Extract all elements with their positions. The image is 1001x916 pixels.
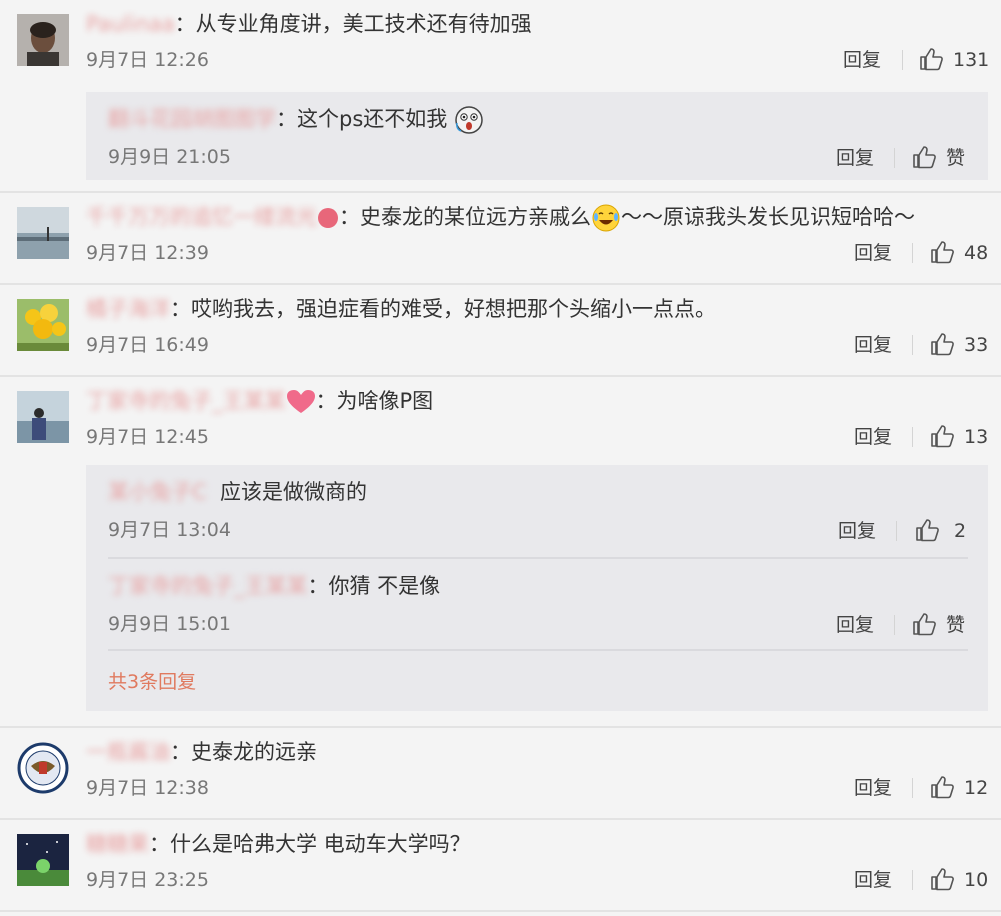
username[interactable]: 橘子海洋 [86, 297, 170, 321]
laughing-tears-emoji-icon [592, 204, 620, 232]
thumbs-up-icon[interactable] [929, 423, 955, 449]
username[interactable]: 糖糖果 [86, 832, 149, 856]
thumbs-up-icon[interactable] [918, 46, 944, 72]
thumbs-up-icon[interactable] [914, 517, 940, 543]
reply-box: 翻斗花园胡图图学：这个ps还不如我 9月9日 21:05 回复 赞 [86, 92, 988, 180]
like-count[interactable]: 赞 [946, 144, 965, 172]
comment-item: 千千万万的追忆一缕流光 ：史泰龙的某位远方亲戚么 ～～原谅我头发长见识短哈哈～ 9月… [0, 193, 1001, 285]
thumbs-up-icon[interactable] [929, 239, 955, 265]
comment-text: 什么是哈弗大学 电动车大学吗？ [170, 832, 471, 856]
thumbs-up-icon[interactable] [911, 611, 937, 637]
reply-button[interactable]: 回复 [854, 331, 892, 359]
comment-line: 千千万万的追忆一缕流光 ：史泰龙的某位远方亲戚么 ～～原谅我头发长见识短哈哈～ [86, 202, 915, 232]
divider [902, 50, 903, 70]
reply-button[interactable]: 回复 [843, 46, 881, 74]
divider [108, 649, 968, 651]
comment-item: 橘子海洋：哎哟我去，强迫症看的难受，好想把那个头缩小一点点。 9月7日 16:4… [0, 285, 1001, 377]
username[interactable]: 翻斗花园胡图图学 [108, 107, 276, 131]
comment-item: 糖糖果：什么是哈弗大学 电动车大学吗？ 9月7日 23:25 回复 10 [0, 820, 1001, 912]
reply-box: 某小兔子C 应该是做微商的 9月7日 13:04 回复 2 丁家寺的兔子_王某某… [86, 465, 988, 711]
reply-button[interactable]: 回复 [854, 866, 892, 894]
timestamp: 9月9日 15:01 [108, 613, 231, 635]
thumbs-up-icon[interactable] [929, 866, 955, 892]
reply-button[interactable]: 回复 [854, 423, 892, 451]
reply-button[interactable]: 回复 [854, 774, 892, 802]
thumbs-up-icon[interactable] [929, 331, 955, 357]
divider [896, 521, 897, 541]
like-count: 33 [964, 334, 989, 356]
username[interactable]: 一瓶酱油 [86, 740, 170, 764]
comment-text: 史泰龙的远亲 [191, 740, 317, 764]
comment-line: 一瓶酱油：史泰龙的远亲 [86, 740, 317, 764]
avatar[interactable] [17, 14, 69, 66]
thumbs-up-icon[interactable] [929, 774, 955, 800]
timestamp: 9月7日 12:38 [86, 777, 209, 799]
username[interactable]: Paulinaa [86, 12, 175, 36]
comment-line: 丁家寺的兔子_王某某 ：为啥像P图 [86, 389, 434, 413]
heart-badge-icon [318, 208, 338, 228]
like-count: 48 [964, 242, 989, 264]
like-count: 2 [954, 520, 967, 542]
comment-line: Paulinaa：从专业角度讲，美工技术还有待加强 [86, 12, 532, 36]
comment-text: 史泰龙的某位远方亲戚么 [360, 205, 591, 229]
divider [894, 615, 895, 635]
like-count: 131 [953, 49, 990, 71]
like-count: 12 [964, 777, 989, 799]
reply-button[interactable]: 回复 [836, 611, 874, 639]
reply-button[interactable]: 回复 [854, 239, 892, 267]
username[interactable]: 千千万万的追忆一缕流光 [86, 205, 317, 229]
divider [912, 778, 913, 798]
username[interactable]: 某小兔子C [108, 480, 207, 504]
comment-text: 你猜 不是像 [328, 574, 441, 598]
comment-line: 橘子海洋：哎哟我去，强迫症看的难受，好想把那个头缩小一点点。 [86, 297, 716, 321]
divider [912, 870, 913, 890]
comment-line: 糖糖果：什么是哈弗大学 电动车大学吗？ [86, 832, 471, 856]
comment-text: 哎哟我去，强迫症看的难受，好想把那个头缩小一点点。 [191, 297, 716, 321]
username[interactable]: 丁家寺的兔子_王某某 [108, 574, 308, 598]
comment-line: 某小兔子C 应该是做微商的 [108, 477, 367, 507]
thumbs-up-icon[interactable] [911, 144, 937, 170]
reply-item: 某小兔子C 应该是做微商的 9月7日 13:04 回复 2 [86, 465, 988, 557]
avatar[interactable] [17, 742, 69, 794]
avatar[interactable] [17, 207, 69, 259]
scream-emoji-icon [455, 106, 483, 134]
comment-item: Paulinaa：从专业角度讲，美工技术还有待加强 9月7日 12:26 回复 … [0, 0, 1001, 193]
divider [894, 148, 895, 168]
timestamp: 9月9日 21:05 [108, 146, 231, 168]
reply-item: 丁家寺的兔子_王某某：你猜 不是像 9月9日 15:01 回复 赞 [86, 559, 988, 649]
divider [912, 427, 913, 447]
timestamp: 9月7日 12:45 [86, 426, 209, 448]
avatar[interactable] [17, 834, 69, 886]
timestamp: 9月7日 12:39 [86, 242, 209, 264]
comment-text: 这个ps还不如我 [297, 107, 448, 131]
like-count: 10 [964, 869, 989, 891]
reply-button[interactable]: 回复 [836, 144, 874, 172]
comment-text: 应该是做微商的 [220, 480, 368, 504]
like-count: 13 [964, 426, 989, 448]
timestamp: 9月7日 23:25 [86, 869, 209, 891]
heart-icon [286, 390, 315, 413]
avatar[interactable] [17, 391, 69, 443]
timestamp: 9月7日 12:26 [86, 49, 209, 71]
like-count[interactable]: 赞 [946, 611, 965, 639]
comment-text: 从专业角度讲，美工技术还有待加强 [195, 12, 532, 36]
avatar[interactable] [17, 299, 69, 351]
reply-item: 翻斗花园胡图图学：这个ps还不如我 9月9日 21:05 回复 赞 [86, 92, 988, 180]
comment-text: 为啥像P图 [336, 389, 434, 413]
timestamp: 9月7日 16:49 [86, 334, 209, 356]
comment-line: 翻斗花园胡图图学：这个ps还不如我 [108, 104, 484, 134]
divider [912, 243, 913, 263]
username[interactable]: 丁家寺的兔子_王某某 [86, 389, 286, 413]
divider [912, 335, 913, 355]
comment-item: 丁家寺的兔子_王某某 ：为啥像P图 9月7日 12:45 回复 13 某小兔子C … [0, 377, 1001, 728]
timestamp: 9月7日 13:04 [108, 519, 231, 541]
comment-line: 丁家寺的兔子_王某某：你猜 不是像 [108, 574, 441, 598]
comment-item: 一瓶酱油：史泰龙的远亲 9月7日 12:38 回复 12 [0, 728, 1001, 820]
reply-button[interactable]: 回复 [838, 517, 876, 545]
more-replies-link[interactable]: 共3条回复 [108, 668, 196, 696]
